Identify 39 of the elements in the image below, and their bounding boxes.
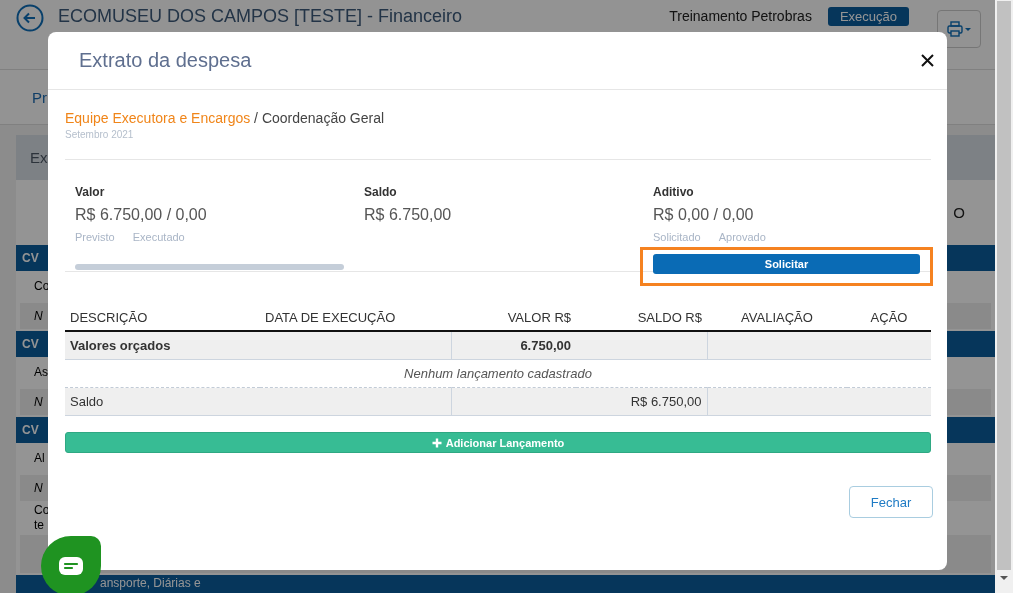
summary-amount: R$ 6.750,00 <box>364 205 453 224</box>
summary-amount: R$ 0,00 / 0,00 <box>653 205 755 224</box>
table-cell: R$ 6.750,00 <box>451 387 707 416</box>
tab[interactable]: Pr <box>32 88 47 106</box>
amount-caption: Solicitado <box>653 231 701 244</box>
close-dialog-button[interactable]: Fechar <box>849 486 933 518</box>
close-button[interactable] <box>920 53 935 68</box>
dialog-title: Extrato da despesa <box>79 49 253 72</box>
breadcrumb-current: Coordenação Geral <box>261 110 385 126</box>
plus-icon <box>431 437 442 448</box>
printer-icon <box>947 21 971 37</box>
breadcrumb-link[interactable]: Equipe Executora e Encargos <box>65 110 251 126</box>
add-entry-button[interactable]: Adicionar Lançamento <box>65 432 931 453</box>
summary-label: Aditivo <box>653 185 695 199</box>
project-name: Treinamento Petrobras <box>669 7 812 26</box>
down-arrow-icon <box>1000 576 1008 580</box>
summary-label: Saldo <box>364 185 398 199</box>
request-button[interactable]: Solicitar <box>653 254 920 274</box>
amount-caption: Executado <box>132 231 185 244</box>
scrollbar[interactable] <box>995 0 1013 593</box>
close-icon <box>920 53 935 68</box>
amount-caption: Aprovado <box>718 231 766 244</box>
period-label: Setembro 2021 <box>65 129 135 140</box>
summary-amount: R$ 6.750,00 / 0,00 <box>75 205 208 224</box>
chat-icon <box>59 557 83 575</box>
column-header: O <box>953 204 965 221</box>
back-icon[interactable] <box>16 4 44 32</box>
empty-message: Nenhum lançamento cadastrado <box>65 359 931 388</box>
table-cell: 6.750,00 <box>451 331 576 360</box>
summary-label: Valor <box>75 185 106 199</box>
row-label: As <box>34 364 48 380</box>
breadcrumb-separator: / <box>253 110 259 126</box>
amount-caption: Previsto <box>75 231 115 244</box>
status-badge: Execução <box>827 7 909 26</box>
row-label: Al <box>34 450 46 466</box>
table-cell: Valores orçados <box>65 331 451 360</box>
group-bar: ansporte, Diárias e <box>16 575 995 593</box>
page-title: ECOMUSEU DOS CAMPOS [TESTE] - Financeiro <box>58 5 463 28</box>
table-cell: Saldo <box>65 387 451 416</box>
